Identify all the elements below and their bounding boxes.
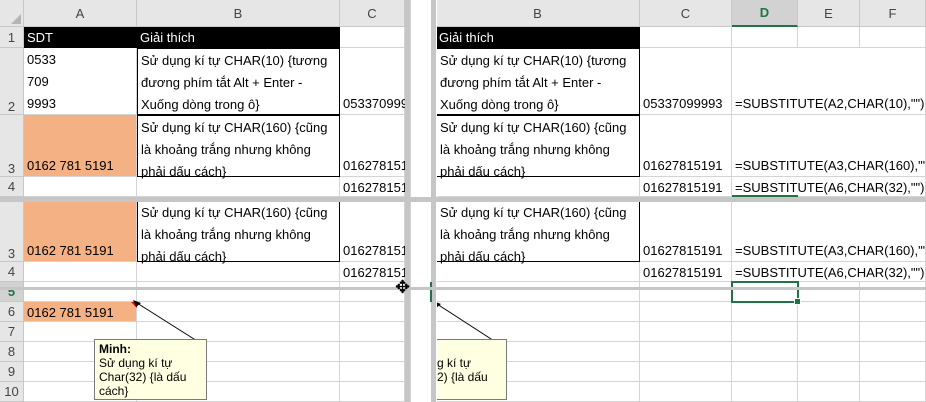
comment-author: Minh: [99,342,131,356]
comment-arrow-left-icon [133,300,141,307]
comment-box[interactable]: Minh: Sử dụng kí tự Char(32) {là dấu các… [94,339,207,400]
comment-box-right-partial[interactable]: g kí tự 2) {là dấu [433,339,507,400]
spreadsheet-view[interactable]: A B C B C D E F 1 2 3 4 3 4 5 6 7 8 9 10… [0,0,926,402]
horizontal-split-bar-lower[interactable] [0,287,926,290]
comment-text: Sử dụng kí tự Char(32) {là dấu cách} [99,356,187,398]
split-selection-marker [430,282,432,302]
horizontal-split-bar[interactable] [0,197,926,202]
move-cursor-icon: ✥ [395,277,411,297]
comment-text-partial: g kí tự 2) {là dấu [437,356,488,384]
